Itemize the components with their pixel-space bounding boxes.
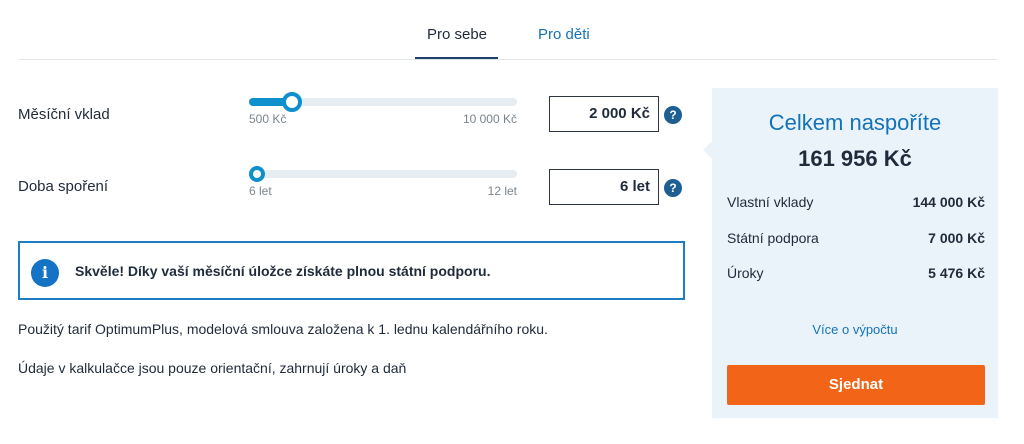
summary-row-label: Úroky [727, 265, 764, 281]
tab-pro-deti[interactable]: Pro děti [538, 26, 590, 43]
summary-title: Celkem naspoříte [768, 110, 942, 135]
monthly-deposit-label: Měsíční vklad [18, 106, 110, 123]
summary-row-value: 7 000 Kč [928, 230, 985, 246]
monthly-deposit-slider[interactable] [249, 92, 517, 112]
tariff-note: Použitý tarif OptimumPlus, modelová smlo… [18, 321, 548, 337]
more-about-calculation-link[interactable]: Více o výpočtu [712, 322, 998, 337]
slider-max-label: 10 000 Kč [462, 112, 517, 126]
summary-row-value: 5 476 Kč [928, 265, 985, 281]
summary-row-label: Vlastní vklady [727, 194, 814, 210]
info-banner: i Skvěle! Díky vaší měsíční úložce získá… [18, 241, 685, 300]
slider-min-label: 6 let [249, 184, 272, 198]
tab-bar: Pro sebe Pro děti [18, 0, 998, 60]
active-tab-indicator [415, 57, 498, 59]
slider-handle[interactable] [281, 92, 302, 112]
saving-period-label: Doba spoření [18, 178, 109, 195]
monthly-deposit-input[interactable]: 2 000 Kč [549, 96, 659, 132]
summary-row-label: Státní podpora [727, 230, 819, 246]
summary-row-state-support: Státní podpora 7 000 Kč [727, 230, 985, 250]
saving-period-input[interactable]: 6 let [549, 169, 659, 205]
info-icon: i [31, 259, 59, 287]
summary-row-value: 144 000 Kč [912, 194, 985, 210]
summary-total: 161 956 Kč [798, 146, 912, 171]
summary-row-own-deposits: Vlastní vklady 144 000 Kč [727, 194, 985, 214]
slider-min-label: 500 Kč [249, 112, 287, 126]
slider-max-label: 12 let [487, 184, 517, 198]
tab-pro-sebe[interactable]: Pro sebe [416, 26, 498, 43]
help-icon[interactable]: ? [664, 106, 682, 124]
slider-track [249, 170, 517, 178]
summary-row-interest: Úroky 5 476 Kč [727, 265, 985, 285]
info-message: Skvěle! Díky vaší měsíční úložce získáte… [75, 263, 491, 279]
saving-period-slider[interactable] [249, 166, 517, 182]
sign-up-button[interactable]: Sjednat [727, 365, 985, 405]
slider-handle[interactable] [249, 166, 265, 182]
savings-summary-panel: Celkem naspoříte 161 956 Kč Vlastní vkla… [712, 88, 998, 418]
disclaimer-note: Údaje v kalkulačce jsou pouze orientační… [18, 360, 407, 376]
help-icon[interactable]: ? [664, 179, 682, 197]
